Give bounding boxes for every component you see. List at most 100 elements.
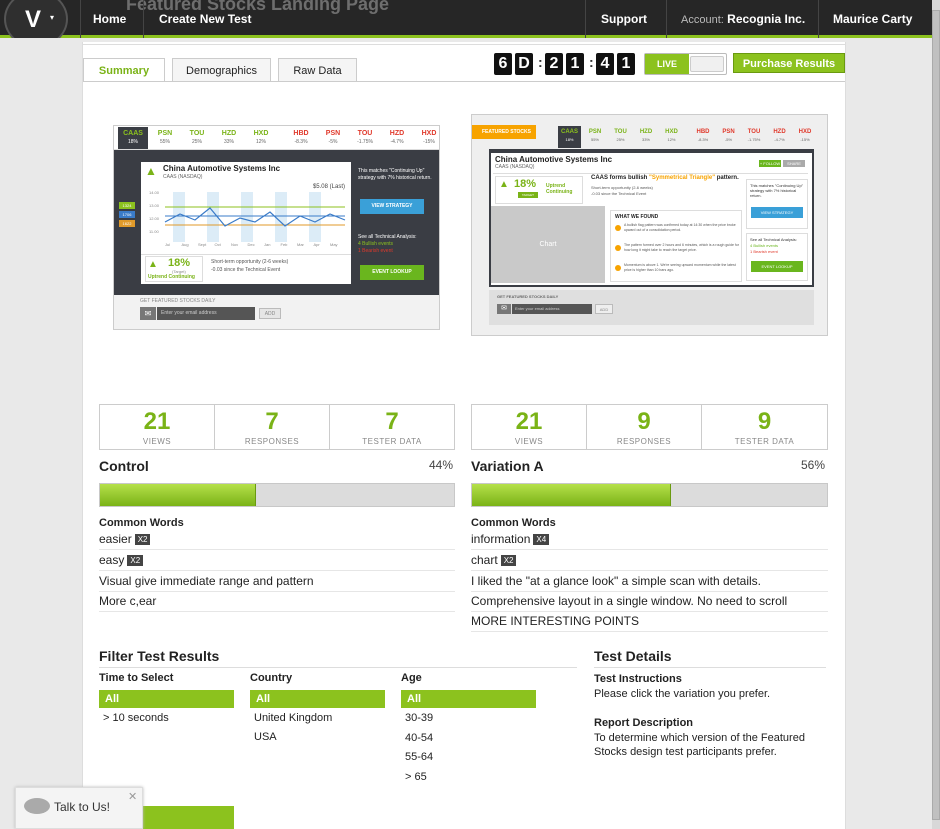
- ticker-cell[interactable]: HZD -4.7%: [768, 126, 791, 148]
- country-filter-all[interactable]: All: [250, 690, 385, 708]
- bullet-icon: [615, 265, 621, 271]
- x-tick-label: Aug: [181, 242, 189, 247]
- y-axis-labels: 14.00 13.00 12.00 11.00: [149, 190, 169, 250]
- ticker-cell[interactable]: PSN -5%: [717, 126, 740, 148]
- filter-option[interactable]: USA: [254, 731, 277, 743]
- up-arrow-icon: ▲: [148, 259, 158, 270]
- scrollbar-thumb[interactable]: [932, 10, 940, 820]
- ticker-cell[interactable]: CAAS 18%: [558, 126, 581, 148]
- live-toggle[interactable]: LIVE: [644, 53, 727, 75]
- divider: [493, 173, 808, 174]
- ticker-cell[interactable]: CAAS 18%: [118, 127, 148, 149]
- comment-row: Visual give immediate range and pattern: [99, 572, 455, 592]
- ticker-cell[interactable]: TOU -1.75%: [350, 127, 380, 149]
- ticker-change: -5%: [328, 139, 338, 145]
- envelope-icon: ✉: [497, 304, 511, 314]
- ticker-symbol: TOU: [357, 130, 373, 137]
- filter-option[interactable]: 30-39: [405, 712, 433, 724]
- close-icon[interactable]: ✕: [128, 790, 137, 803]
- views-label: VIEWS: [142, 437, 172, 446]
- ticker-cell[interactable]: HZD -4.7%: [382, 127, 412, 149]
- ticker-cell[interactable]: PSN 55%: [584, 126, 607, 148]
- ticker-cell[interactable]: HBD -8.3%: [692, 126, 715, 148]
- comment-row: easier X2: [99, 530, 455, 550]
- ticker-cell[interactable]: HXD 12%: [246, 127, 276, 149]
- ticker-cell[interactable]: HZD 33%: [635, 126, 658, 148]
- nav-user[interactable]: Maurice Carty: [818, 0, 926, 38]
- country-filter-label: Country: [250, 672, 293, 684]
- get-featured-label: GET FEATURED STOCKS DAILY: [497, 294, 559, 299]
- ticker-cell[interactable]: TOU 25%: [609, 126, 632, 148]
- divider: [99, 667, 577, 668]
- filter-option[interactable]: 55-64: [405, 751, 433, 763]
- filter-option[interactable]: United Kingdom: [254, 712, 332, 724]
- email-input[interactable]: Enter your email address: [512, 304, 592, 314]
- view-strategy-button[interactable]: VIEW STRATEGY: [751, 207, 803, 218]
- x-tick-label: Jul: [165, 242, 171, 247]
- pattern-name[interactable]: "Symmetrical Triangle": [649, 175, 715, 181]
- ticker-cell[interactable]: HBD -8.3%: [286, 127, 316, 149]
- filter-option[interactable]: > 65: [405, 771, 427, 783]
- account-name: Recognia Inc.: [727, 12, 806, 26]
- share-button[interactable]: SHARE: [783, 160, 805, 167]
- time-filter-all[interactable]: All: [99, 690, 234, 708]
- event-lookup-button[interactable]: EVENT LOOKUP: [360, 265, 424, 280]
- control-preview[interactable]: CAAS 18% PSN 55% TOU 25% HZD 33% HXD 12% HBD -8.3% P…: [113, 125, 440, 330]
- ticker-cell[interactable]: HXD 12%: [660, 126, 683, 148]
- last-price: $5.08 (Last): [312, 184, 345, 190]
- ticker-cell[interactable]: HXD -15%: [414, 127, 439, 149]
- ticker-cell[interactable]: PSN 55%: [150, 127, 180, 149]
- talk-to-us-widget[interactable]: Talk to Us! ✕: [15, 787, 143, 829]
- ticker-symbol: PSN: [722, 129, 735, 135]
- ticker-cell[interactable]: TOU 25%: [182, 127, 212, 149]
- add-button[interactable]: ADD: [595, 304, 613, 314]
- company-name: China Automotive Systems Inc: [495, 155, 613, 164]
- ticker-change: 25%: [191, 139, 202, 145]
- tab-summary[interactable]: Summary: [83, 58, 165, 82]
- bearish-count[interactable]: 1 Bearish event: [358, 248, 393, 254]
- filter-option[interactable]: 40-54: [405, 732, 433, 744]
- follow-button[interactable]: + FOLLOW: [759, 160, 781, 167]
- ticker-symbol: HXD: [421, 130, 437, 137]
- variation-preview[interactable]: FEATURED STOCKS CAAS 18% PSN 55% TOU 25% HZD 33…: [471, 114, 828, 336]
- nav-create-new-test[interactable]: Create New Test: [143, 0, 266, 38]
- bullish-count[interactable]: 4 Bullish events: [358, 241, 393, 247]
- views-count: 21: [143, 408, 171, 435]
- filter-option[interactable]: > 10 seconds: [103, 712, 169, 724]
- tab-raw-data[interactable]: Raw Data: [278, 58, 357, 82]
- event-lookup-button[interactable]: EVENT LOOKUP: [751, 261, 803, 272]
- ticker-change: -4.7%: [774, 137, 785, 142]
- nav-support[interactable]: Support: [585, 0, 662, 38]
- ticker-cell[interactable]: HXD -15%: [794, 126, 817, 148]
- ticker-change: 12%: [667, 137, 676, 142]
- tab-demographics[interactable]: Demographics: [172, 58, 271, 82]
- bullish-count[interactable]: 4 Bullish events: [750, 243, 778, 248]
- comment-row: easy X2: [99, 551, 455, 571]
- level-marker: 1706: [119, 211, 135, 218]
- add-button[interactable]: ADD: [259, 308, 281, 319]
- purchase-results-button[interactable]: Purchase Results: [733, 53, 845, 73]
- ticker-cell[interactable]: PSN -5%: [318, 127, 348, 149]
- variation-stats: 21 VIEWS 9 RESPONSES 9 TESTER DATA: [471, 404, 828, 450]
- bearish-count[interactable]: 1 Bearish event: [750, 249, 778, 254]
- ticker-cell[interactable]: HZD 33%: [214, 127, 244, 149]
- x-tick-label: Feb: [280, 242, 288, 247]
- comment-text: MORE INTERESTING POINTS: [471, 614, 640, 628]
- exchange: CAAS (NASDAQ): [495, 164, 535, 170]
- target-percent: 18%: [514, 178, 537, 190]
- app-logo[interactable]: V ▾: [0, 0, 76, 38]
- view-strategy-button[interactable]: VIEW STRATEGY: [360, 199, 424, 214]
- email-input[interactable]: Enter your email address: [157, 307, 255, 320]
- page-scrollbar[interactable]: [932, 0, 940, 829]
- ticker-change: 18%: [127, 139, 138, 145]
- ticker-change: -4.7%: [390, 139, 404, 145]
- short-term: Short-term opportunity (2-6 weeks): [211, 259, 289, 265]
- nav-home[interactable]: Home: [80, 0, 138, 38]
- comment-row: Comprehensive layout in a single window.…: [471, 592, 828, 612]
- age-filter-all[interactable]: All: [401, 690, 536, 708]
- ticker-symbol: PSN: [157, 130, 173, 137]
- control-stats: 21 VIEWS 7 RESPONSES 7 TESTER DATA: [99, 404, 455, 450]
- ticker-change: 12%: [255, 139, 266, 145]
- nav-account[interactable]: Account: Recognia Inc.: [666, 0, 819, 38]
- ticker-cell[interactable]: TOU -1.75%: [743, 126, 766, 148]
